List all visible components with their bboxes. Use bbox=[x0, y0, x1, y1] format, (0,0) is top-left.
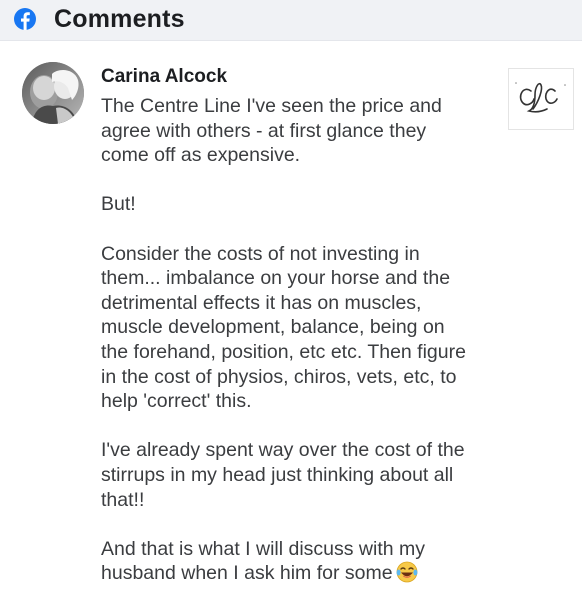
comment-paragraph: And that is what I will discuss with my … bbox=[101, 537, 426, 585]
brand-logo bbox=[508, 68, 574, 130]
comment-body: The Centre Line I've seen the price and … bbox=[101, 94, 509, 590]
comment-paragraph: The Centre Line I've seen the price and … bbox=[101, 95, 442, 167]
page-title: Comments bbox=[54, 5, 185, 33]
avatar[interactable] bbox=[22, 62, 84, 124]
comment-author[interactable]: Carina Alcock bbox=[101, 66, 227, 88]
comments-header: Comments bbox=[0, 0, 582, 41]
profile-photo-icon bbox=[22, 62, 84, 124]
clc-monogram-icon bbox=[515, 82, 566, 113]
laughing-tears-emoji-icon bbox=[396, 561, 418, 590]
comment-paragraph: But! bbox=[101, 193, 136, 216]
comment-paragraph: I've already spent way over the cost of … bbox=[101, 439, 465, 511]
comment-paragraph: Consider the costs of not investing in t… bbox=[101, 242, 466, 413]
facebook-icon bbox=[14, 8, 36, 30]
comment-last-paragraph: And that is what I will discuss with my … bbox=[101, 537, 509, 590]
